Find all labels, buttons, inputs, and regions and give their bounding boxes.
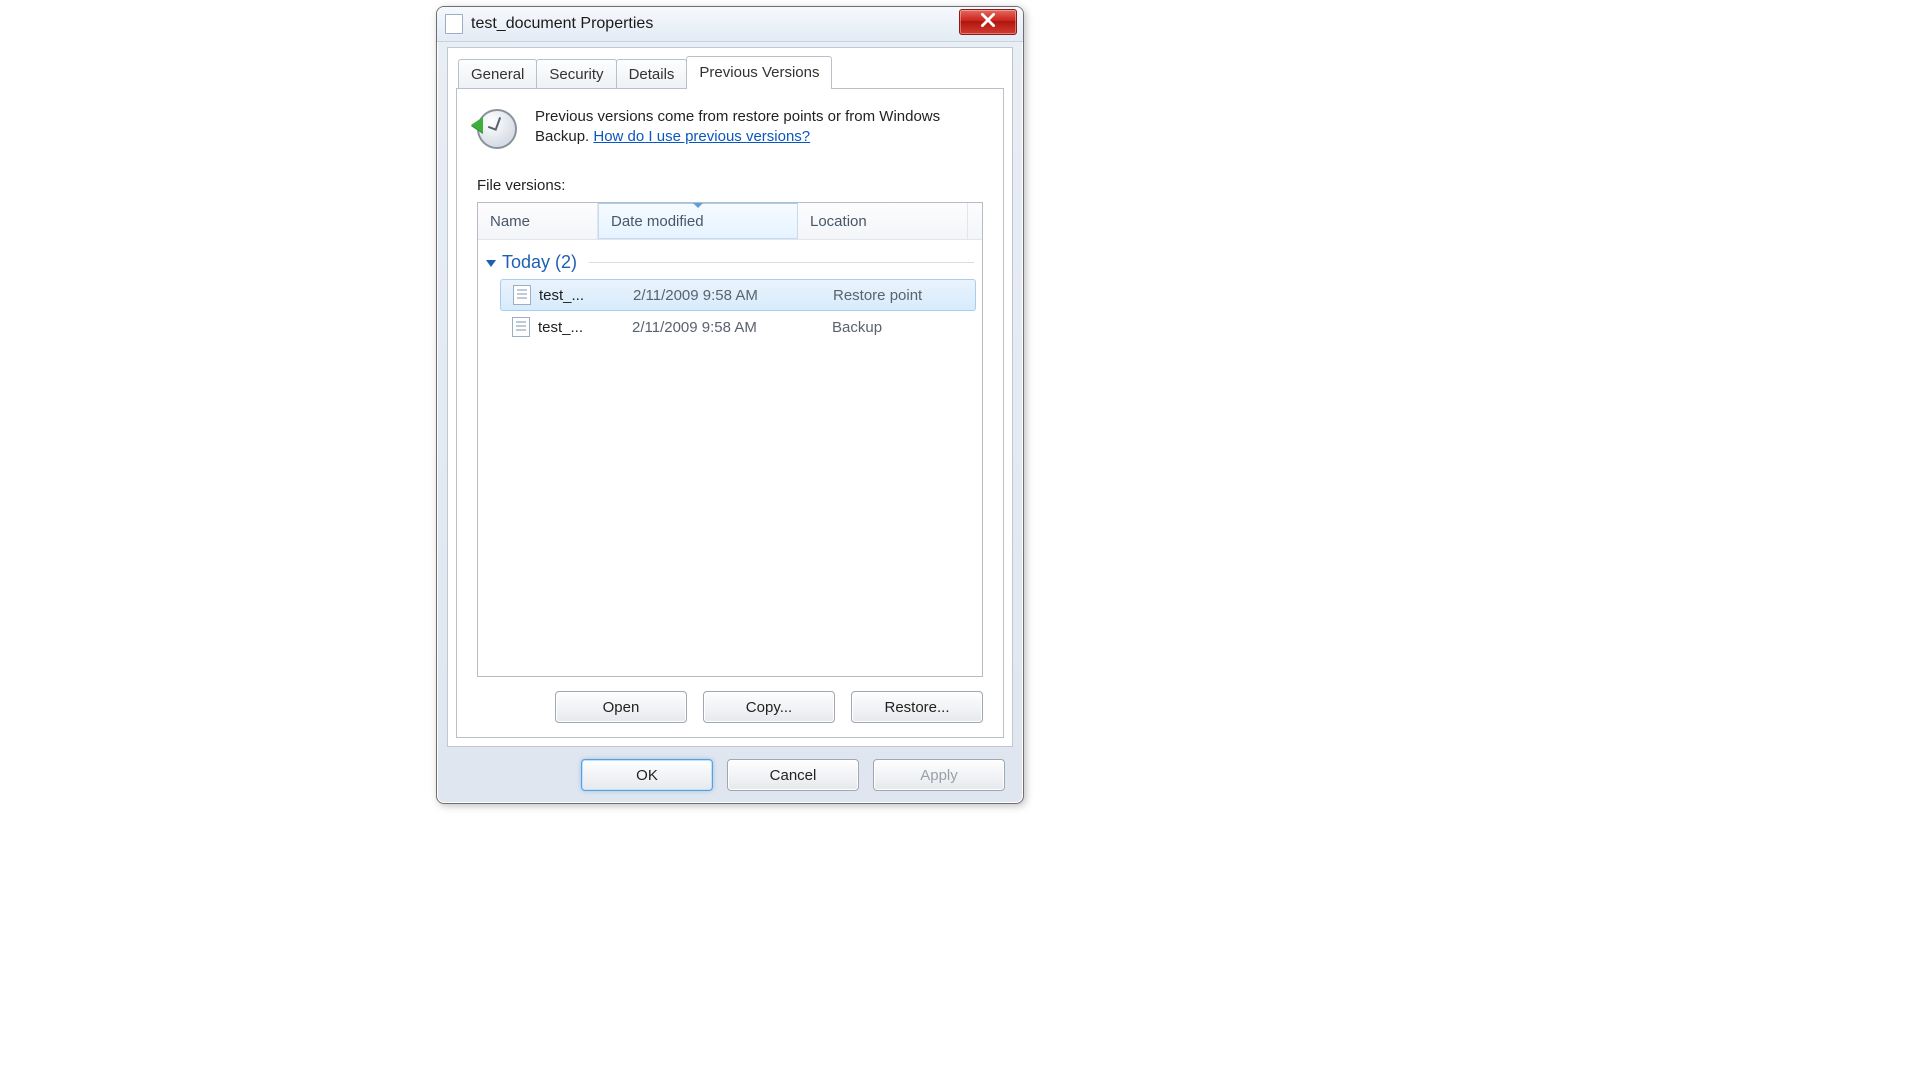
- intro-row: Previous versions come from restore poin…: [477, 107, 983, 149]
- document-icon: [513, 285, 531, 305]
- dialog-buttons: OK Cancel Apply: [581, 759, 1005, 791]
- cancel-button[interactable]: Cancel: [727, 759, 859, 791]
- file-name: test_...: [539, 287, 584, 304]
- group-label: Today (2): [502, 252, 577, 273]
- restore-clock-icon: [477, 109, 517, 149]
- cell-date: 2/11/2009 9:58 AM: [620, 319, 820, 336]
- copy-button[interactable]: Copy...: [703, 691, 835, 723]
- apply-button[interactable]: Apply: [873, 759, 1005, 791]
- cell-location: Backup: [820, 319, 972, 336]
- cell-name: test_...: [501, 285, 621, 305]
- tab-previous-versions[interactable]: Previous Versions: [686, 56, 832, 88]
- titlebar: test_document Properties: [437, 7, 1023, 42]
- cell-name: test_...: [500, 317, 620, 337]
- intro-text: Previous versions come from restore poin…: [535, 107, 983, 148]
- document-icon: [445, 14, 463, 34]
- tab-strip: General Security Details Previous Versio…: [456, 56, 1004, 89]
- table-row[interactable]: test_... 2/11/2009 9:58 AM Backup: [500, 311, 976, 343]
- tab-label: General: [471, 66, 524, 83]
- file-versions-list[interactable]: Name Date modified Location Today (2): [477, 202, 983, 677]
- document-icon: [512, 317, 530, 337]
- file-versions-label: File versions:: [477, 177, 983, 194]
- group-header-today[interactable]: Today (2): [484, 250, 976, 279]
- window-title: test_document Properties: [471, 15, 653, 33]
- restore-button[interactable]: Restore...: [851, 691, 983, 723]
- properties-dialog: test_document Properties General Securit…: [436, 6, 1024, 804]
- ok-button[interactable]: OK: [581, 759, 713, 791]
- list-area: Today (2) test_... 2/11/2009 9:58 AM Res…: [478, 240, 982, 676]
- help-link[interactable]: How do I use previous versions?: [593, 128, 810, 145]
- open-button[interactable]: Open: [555, 691, 687, 723]
- column-date-modified[interactable]: Date modified: [598, 203, 798, 239]
- list-actions: Open Copy... Restore...: [477, 677, 983, 723]
- tab-security[interactable]: Security: [536, 59, 616, 88]
- cell-date: 2/11/2009 9:58 AM: [621, 287, 821, 304]
- file-name: test_...: [538, 319, 583, 336]
- tab-details[interactable]: Details: [616, 59, 688, 88]
- column-name[interactable]: Name: [478, 203, 598, 239]
- tab-label: Security: [549, 66, 603, 83]
- column-gripper[interactable]: [968, 203, 992, 239]
- close-button[interactable]: [959, 9, 1017, 35]
- tab-label: Previous Versions: [699, 64, 819, 81]
- column-location[interactable]: Location: [798, 203, 968, 239]
- close-icon: [981, 13, 995, 31]
- dialog-body: General Security Details Previous Versio…: [447, 47, 1013, 747]
- tab-content-previous-versions: Previous versions come from restore poin…: [456, 89, 1004, 738]
- table-row[interactable]: test_... 2/11/2009 9:58 AM Restore point: [500, 279, 976, 311]
- group-rule: [589, 262, 974, 263]
- tab-label: Details: [629, 66, 675, 83]
- cell-location: Restore point: [821, 287, 971, 304]
- tab-general[interactable]: General: [458, 59, 537, 88]
- column-headers: Name Date modified Location: [478, 203, 982, 240]
- caret-down-icon: [486, 260, 496, 267]
